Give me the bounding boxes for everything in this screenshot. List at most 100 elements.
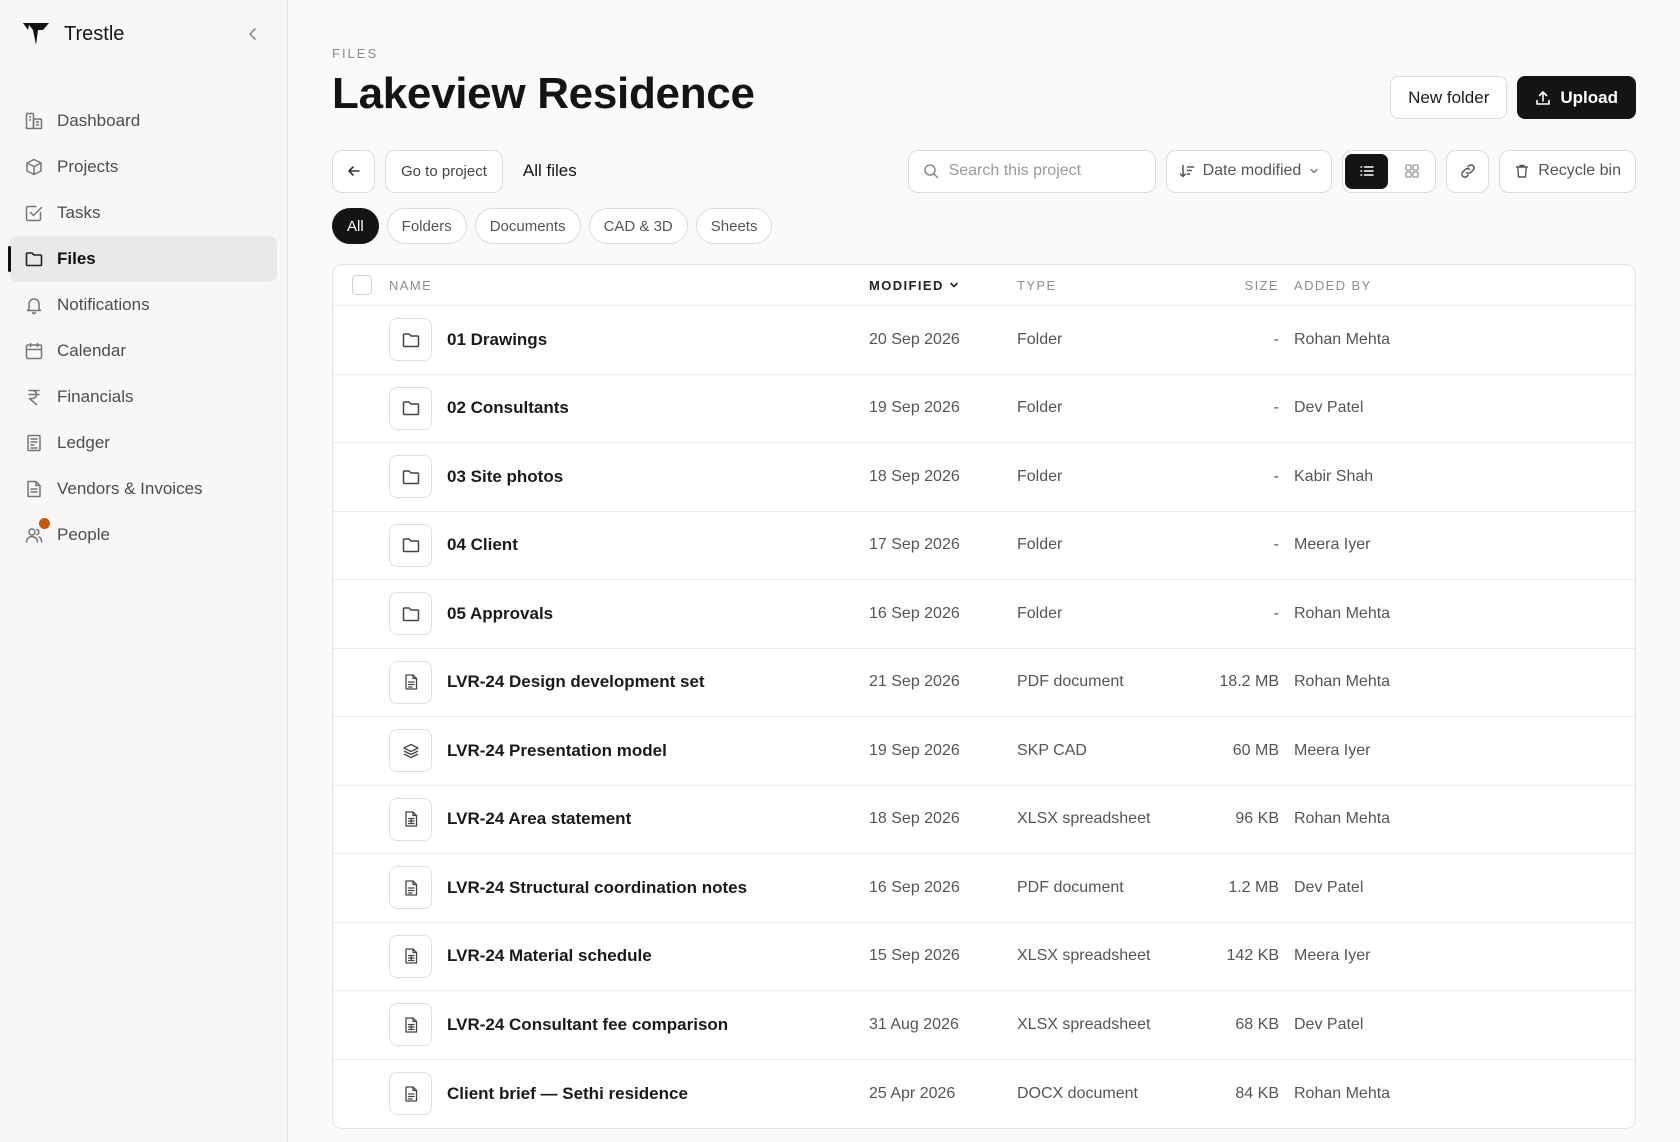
table-row[interactable]: 05 Approvals 16 Sep 2026 Folder - Rohan … — [333, 580, 1635, 649]
app-name: Trestle — [64, 22, 125, 45]
table-row[interactable]: LVR-24 Material schedule 15 Sep 2026 XLS… — [333, 923, 1635, 991]
sidebar-item-label: Calendar — [57, 341, 126, 360]
sidebar-item-vendors-invoices[interactable]: Vendors & Invoices — [10, 466, 277, 512]
file-name[interactable]: LVR-24 Area statement — [447, 809, 631, 829]
file-name[interactable]: 03 Site photos — [447, 467, 563, 487]
table-row[interactable]: LVR-24 Presentation model 19 Sep 2026 SK… — [333, 717, 1635, 786]
added-by-cell: Dev Patel — [1294, 878, 1364, 896]
sidebar-item-people[interactable]: People — [10, 512, 277, 558]
type-cell: PDF document — [1017, 673, 1124, 691]
column-header-modified[interactable]: MODIFIED — [869, 278, 1017, 293]
select-all-checkbox[interactable] — [352, 275, 372, 295]
file-name[interactable]: LVR-24 Design development set — [447, 672, 705, 692]
sidebar-item-label: Files — [57, 249, 96, 268]
added-by-cell: Dev Patel — [1294, 399, 1364, 417]
size-cell: 60 MB — [1232, 741, 1279, 759]
table-row[interactable]: LVR-24 Area statement 18 Sep 2026 XLSX s… — [333, 786, 1635, 854]
modified-cell: 20 Sep 2026 — [869, 330, 960, 348]
table-row[interactable]: 04 Client 17 Sep 2026 Folder - Meera Iye… — [333, 512, 1635, 580]
table-header: NAME MODIFIED TYPE SIZE ADDED BY — [333, 265, 1635, 306]
table-row[interactable]: Client brief — Sethi residence 25 Apr 20… — [333, 1060, 1635, 1129]
file-name[interactable]: 04 Client — [447, 535, 518, 555]
grid-icon — [1405, 164, 1419, 178]
sidebar-item-ledger[interactable]: Ledger — [10, 420, 277, 466]
box-icon — [23, 156, 45, 178]
modified-cell: 15 Sep 2026 — [869, 947, 960, 965]
search-box — [907, 149, 1156, 193]
name-cell: 03 Site photos — [389, 455, 869, 499]
filter-chip-sheets[interactable]: Sheets — [695, 208, 773, 244]
folder-icon — [389, 386, 432, 430]
file-name[interactable]: 01 Drawings — [447, 330, 547, 350]
section-eyebrow: FILES — [332, 46, 379, 61]
table-body: 01 Drawings 20 Sep 2026 Folder - Rohan M… — [333, 306, 1635, 1128]
sidebar-item-calendar[interactable]: Calendar — [10, 328, 277, 374]
breadcrumb: All files — [522, 161, 577, 180]
name-cell: 01 Drawings — [389, 318, 869, 362]
checkbox-icon — [23, 202, 45, 224]
column-header-size[interactable]: SIZE — [1187, 278, 1279, 293]
invoice-icon — [23, 478, 45, 500]
copy-link-button[interactable] — [1446, 149, 1490, 193]
file-name[interactable]: LVR-24 Material schedule — [447, 946, 652, 966]
column-header-type[interactable]: TYPE — [1017, 278, 1187, 293]
arrow-left-icon — [347, 166, 360, 176]
type-cell: Folder — [1017, 536, 1063, 554]
grid-view-button[interactable] — [1390, 154, 1433, 189]
spreadsheet-icon — [389, 797, 432, 841]
files-table: NAME MODIFIED TYPE SIZE ADDED BY 01 Draw… — [332, 264, 1636, 1129]
new-folder-button[interactable]: New folder — [1390, 76, 1508, 119]
added-by-cell: Meera Iyer — [1294, 741, 1371, 759]
column-header-added-by[interactable]: ADDED BY — [1279, 278, 1635, 293]
toolbar: Go to project All files Date modified — [332, 149, 1636, 193]
file-name[interactable]: LVR-24 Structural coordination notes — [447, 878, 747, 898]
folder-icon — [389, 592, 432, 636]
rupee-icon — [23, 386, 45, 408]
file-name[interactable]: 02 Consultants — [447, 398, 569, 418]
file-name[interactable]: Client brief — Sethi residence — [447, 1084, 688, 1104]
name-cell: 05 Approvals — [389, 592, 869, 636]
list-view-button[interactable] — [1345, 153, 1389, 189]
type-cell: XLSX spreadsheet — [1017, 947, 1151, 965]
file-name[interactable]: LVR-24 Presentation model — [447, 741, 667, 761]
sidebar: Trestle Dashboard Projects Tasks Files N… — [0, 0, 288, 1142]
file-name[interactable]: LVR-24 Consultant fee comparison — [447, 1015, 728, 1035]
filter-chip-cad-3d[interactable]: CAD & 3D — [588, 208, 688, 244]
table-row[interactable]: 02 Consultants 19 Sep 2026 Folder - Dev … — [333, 375, 1635, 443]
spreadsheet-icon — [389, 1003, 432, 1047]
table-row[interactable]: LVR-24 Consultant fee comparison 31 Aug … — [333, 991, 1635, 1060]
filter-chips: All Folders Documents CAD & 3D Sheets — [332, 208, 1636, 244]
table-row[interactable]: LVR-24 Design development set 21 Sep 202… — [333, 649, 1635, 717]
sort-dropdown[interactable]: Date modified — [1165, 149, 1333, 193]
name-cell: LVR-24 Structural coordination notes — [389, 866, 869, 910]
filter-chip-all[interactable]: All — [332, 208, 379, 244]
filter-chip-documents[interactable]: Documents — [474, 208, 581, 244]
size-cell: 1.2 MB — [1228, 878, 1279, 896]
sidebar-item-financials[interactable]: Financials — [10, 374, 277, 420]
upload-button[interactable]: Upload — [1517, 76, 1636, 119]
filter-chip-folders[interactable]: Folders — [386, 208, 467, 244]
sidebar-item-dashboard[interactable]: Dashboard — [10, 98, 277, 144]
back-button[interactable] — [332, 149, 375, 193]
document-icon — [389, 1072, 432, 1116]
modified-cell: 17 Sep 2026 — [869, 536, 960, 554]
table-row[interactable]: LVR-24 Structural coordination notes 16 … — [333, 854, 1635, 923]
sidebar-item-projects[interactable]: Projects — [10, 144, 277, 190]
column-header-name[interactable]: NAME — [389, 278, 869, 293]
sidebar-item-notifications[interactable]: Notifications — [10, 282, 277, 328]
sidebar-item-tasks[interactable]: Tasks — [10, 190, 277, 236]
sidebar-nav: Dashboard Projects Tasks Files Notificat… — [0, 68, 287, 558]
file-name[interactable]: 05 Approvals — [447, 604, 553, 624]
size-cell: - — [1273, 467, 1279, 485]
table-row[interactable]: 03 Site photos 18 Sep 2026 Folder - Kabi… — [333, 443, 1635, 512]
search-input[interactable] — [948, 162, 1129, 180]
collapse-sidebar-button[interactable] — [241, 22, 265, 46]
go-to-project-button[interactable]: Go to project — [385, 149, 503, 193]
added-by-cell: Dev Patel — [1294, 1015, 1364, 1033]
table-row[interactable]: 01 Drawings 20 Sep 2026 Folder - Rohan M… — [333, 306, 1635, 375]
sidebar-item-files[interactable]: Files — [8, 236, 277, 282]
upload-icon — [1536, 90, 1551, 105]
dashboard-icon — [23, 110, 45, 132]
recycle-bin-button[interactable]: Recycle bin — [1499, 149, 1636, 193]
bell-icon — [23, 294, 45, 316]
